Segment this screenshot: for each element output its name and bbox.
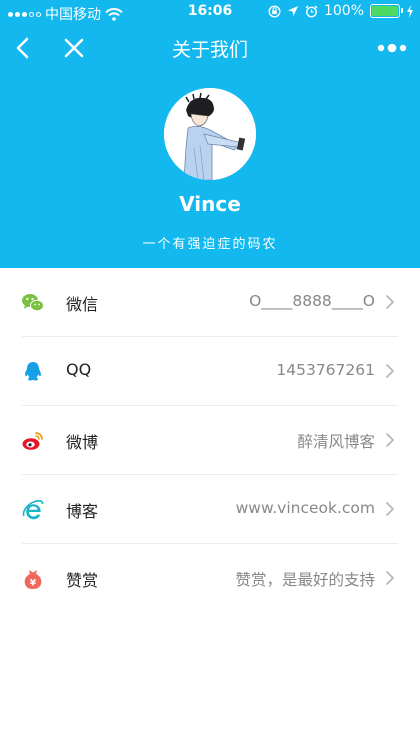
page-title: 关于我们: [171, 39, 248, 61]
svg-text:¥: ¥: [30, 579, 37, 589]
rotation-lock-icon: [268, 4, 281, 18]
list-item-label: QQ: [66, 360, 92, 379]
list-item-value: 醉清风博客: [297, 433, 375, 451]
list-item-blog[interactable]: 博客 www.vinceok.com: [0, 475, 420, 544]
wechat-icon: [22, 294, 44, 312]
list-item-label: 博客: [66, 502, 99, 521]
navigation-bar: 关于我们: [0, 24, 420, 72]
list-item-reward[interactable]: ¥ 赞赏 赞赏，是最好的支持: [0, 544, 420, 613]
list-item-label: 微信: [66, 295, 99, 314]
profile-name: Vince: [179, 192, 241, 216]
list-item-value: 赞赏，是最好的支持: [235, 571, 375, 589]
charging-icon: [407, 4, 413, 18]
chevron-right-icon: [386, 433, 394, 447]
status-bar: 中国移动 16:06 100%: [0, 0, 420, 24]
list-item-value: www.vinceok.com: [235, 499, 375, 517]
chevron-right-icon: [386, 502, 394, 516]
qq-icon: [25, 362, 41, 381]
list-item-weibo[interactable]: 微博 醉清风博客: [0, 406, 420, 475]
alarm-icon: [305, 5, 318, 17]
location-icon: [287, 6, 298, 16]
chevron-right-icon: [386, 571, 394, 585]
profile-motto: 一个有强迫症的码农: [142, 237, 278, 252]
list-item-value: 1453767261: [276, 361, 375, 379]
ie-icon: [22, 500, 44, 520]
battery-percent: 100%: [323, 3, 364, 19]
chevron-right-icon: [386, 364, 394, 378]
list-item-value: O____8888____O: [249, 292, 375, 310]
chevron-right-icon: [386, 295, 394, 309]
contact-list: 微信 O____8888____O QQ 1453767261 微博 醉清风博客: [0, 268, 420, 613]
status-right: 100%: [268, 3, 414, 19]
battery-icon: [370, 4, 403, 18]
list-item-label: 赞赏: [66, 571, 99, 590]
reward-icon: ¥: [24, 570, 42, 589]
list-item-wechat[interactable]: 微信 O____8888____O: [0, 268, 420, 337]
more-icon[interactable]: [376, 36, 410, 60]
list-item-qq[interactable]: QQ 1453767261: [0, 337, 420, 406]
weibo-icon: [22, 432, 43, 450]
list-item-label: 微博: [66, 433, 99, 452]
profile-header: 中国移动 16:06 100% 关于我们 Vince 一个有强迫症的码农: [0, 0, 420, 268]
avatar-illustration: [164, 88, 256, 180]
avatar: [164, 88, 256, 180]
